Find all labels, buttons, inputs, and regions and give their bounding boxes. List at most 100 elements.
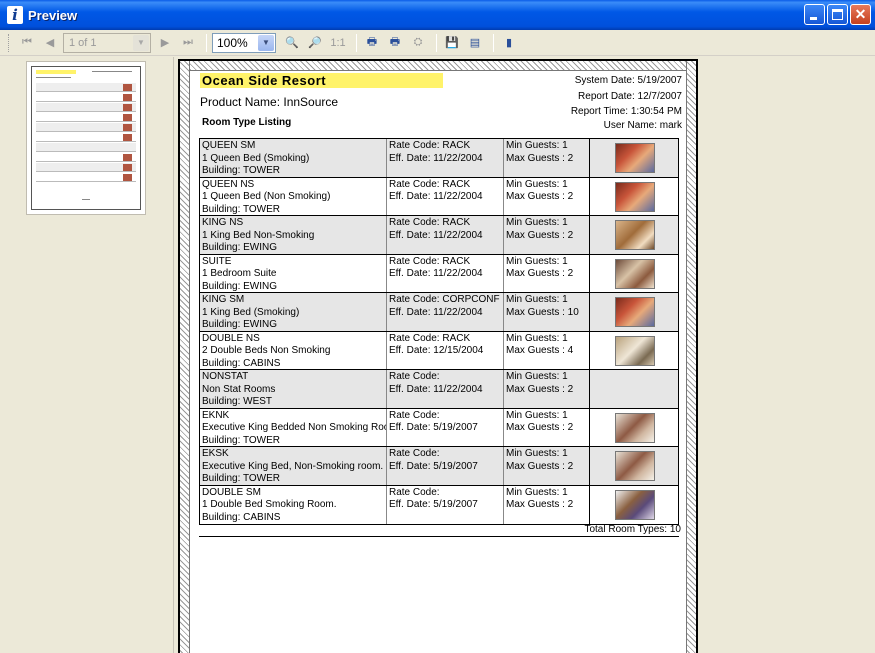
min-guests: Min Guests: 1	[506, 371, 568, 382]
thumbnail-page	[31, 66, 141, 210]
column-divider	[589, 447, 590, 485]
export-icon[interactable]: ⛭	[408, 33, 428, 53]
room-code: QUEEN SM	[202, 140, 256, 151]
page-margin-top	[180, 61, 696, 71]
room-photo	[615, 143, 655, 173]
page-selector[interactable]: 1 of 1 ▼	[63, 32, 151, 53]
report-time: Report Time: 1:30:54 PM	[570, 106, 682, 117]
system-date: System Date: 5/19/2007	[574, 75, 682, 86]
minimize-button[interactable]	[804, 4, 825, 25]
thumbnail-row	[36, 153, 136, 162]
first-page-icon[interactable]: ⏮	[17, 33, 37, 53]
thumbnail-row	[36, 103, 136, 112]
guest-info: Min Guests: 1 Max Guests : 2	[506, 256, 590, 281]
thumbnail-pane	[0, 57, 174, 653]
last-page-icon[interactable]: ⏭	[178, 33, 198, 53]
min-guests: Min Guests: 1	[506, 294, 568, 305]
min-guests: Min Guests: 1	[506, 255, 568, 267]
guest-info: Min Guests: 1 Max Guests : 10	[506, 294, 590, 319]
report-date: Report Date: 12/7/2007	[578, 90, 682, 102]
room-building: Building: EWING	[202, 280, 278, 292]
column-divider	[503, 485, 504, 524]
page-thumbnail[interactable]	[26, 61, 146, 215]
close-button[interactable]: ✕	[850, 4, 871, 25]
column-divider	[503, 447, 504, 485]
zoom-selector[interactable]: 100% ▼	[212, 32, 276, 53]
prev-page-icon[interactable]: ◀	[40, 33, 60, 53]
resort-name: Ocean Side Resort	[200, 73, 443, 88]
room-description: 1 Bedroom Suite	[202, 268, 277, 279]
rate-code: Rate Code:	[389, 409, 440, 421]
thumbnail-row	[36, 123, 136, 132]
guest-info: Min Guests: 1 Max Guests : 2	[506, 179, 590, 204]
rate-code: Rate Code: RACK	[389, 217, 471, 228]
room-photo	[615, 297, 655, 327]
table-row: EKNK Executive King Bedded Non Smoking Ro…	[200, 408, 678, 447]
rate-code: Rate Code: RACK	[389, 140, 471, 151]
report-meta: System Date: 5/19/2007 Report Date: 12/7…	[571, 73, 682, 131]
save-icon[interactable]: 💾	[442, 33, 462, 53]
rate-code: Rate Code:	[389, 486, 440, 498]
room-info: QUEEN SM 1 Queen Bed (Smoking) Building: T…	[202, 140, 386, 177]
thumbnail-row	[36, 133, 136, 142]
effective-date: Eff. Date: 11/22/2004	[389, 383, 483, 395]
column-divider	[589, 177, 590, 215]
column-divider	[589, 331, 590, 369]
room-code: SUITE	[202, 255, 232, 267]
column-divider	[386, 331, 387, 369]
min-guests: Min Guests: 1	[506, 178, 568, 190]
room-info: EKNK Executive King Bedded Non Smoking Ro…	[202, 410, 386, 447]
chevron-down-icon[interactable]: ▼	[258, 34, 274, 51]
next-page-icon[interactable]: ▶	[155, 33, 175, 53]
room-code: KING NS	[202, 217, 244, 228]
column-divider	[503, 216, 504, 254]
column-divider	[503, 177, 504, 215]
guest-info: Min Guests: 1 Max Guests : 2	[506, 140, 590, 165]
room-info: KING NS 1 King Bed Non-Smoking Building: E…	[202, 217, 386, 254]
effective-date: Eff. Date: 11/22/2004	[389, 306, 483, 318]
thumbnail-row	[36, 83, 136, 92]
column-divider	[589, 408, 590, 446]
room-building: Building: TOWER	[202, 473, 280, 484]
effective-date: Eff. Date: 5/19/2007	[389, 460, 478, 472]
rate-code: Rate Code: RACK	[389, 178, 471, 190]
rate-code: Rate Code:	[389, 448, 440, 459]
print-setup-icon[interactable]: 🖶	[385, 33, 405, 53]
toolbar-grip[interactable]	[8, 33, 11, 52]
column-divider	[589, 216, 590, 254]
column-divider	[503, 254, 504, 292]
thumbnail-row	[36, 93, 136, 102]
thumbnail-line	[82, 199, 90, 200]
room-description: 2 Double Beds Non Smoking	[202, 345, 331, 356]
thumbnail-photo	[123, 94, 132, 101]
effective-date: Eff. Date: 11/22/2004	[389, 268, 483, 279]
column-divider	[503, 370, 504, 408]
column-divider	[386, 370, 387, 408]
maximize-button[interactable]	[827, 4, 848, 25]
chevron-down-icon[interactable]: ▼	[133, 34, 149, 51]
report-page: Ocean Side Resort Product Name: InnSourc…	[178, 59, 698, 653]
email-icon[interactable]: ▤	[465, 33, 485, 53]
toolbar-separator	[206, 33, 207, 52]
room-info: SUITE 1 Bedroom Suite Building: EWING	[202, 255, 386, 293]
column-divider	[386, 447, 387, 485]
table-row: NONSTAT Non Stat Rooms Building: WEST Rate …	[200, 370, 678, 409]
preview-area[interactable]: Ocean Side Resort Product Name: InnSourc…	[175, 57, 875, 653]
print-icon[interactable]: 🖶	[362, 33, 382, 53]
zoom-out-icon[interactable]: 🔎	[305, 33, 325, 53]
max-guests: Max Guests : 2	[506, 383, 574, 395]
rate-info: Rate Code: RACK Eff. Date: 11/22/2004	[389, 179, 503, 204]
room-building: Building: WEST	[202, 396, 273, 407]
column-divider	[503, 331, 504, 369]
max-guests: Max Guests : 2	[506, 460, 574, 472]
close-preview-icon[interactable]: ▮	[499, 33, 519, 53]
room-description: Executive King Bed, Non-Smoking room. F	[202, 460, 386, 472]
effective-date: Eff. Date: 11/22/2004	[389, 191, 483, 202]
zoom-in-icon[interactable]: 🔍	[282, 33, 302, 53]
table-row: DOUBLE SM 1 Double Bed Smoking Room. Build…	[200, 485, 678, 524]
actual-size-icon[interactable]: 1:1	[328, 33, 348, 53]
room-description: Non Stat Rooms	[202, 383, 276, 395]
room-building: Building: TOWER	[202, 203, 280, 215]
effective-date: Eff. Date: 5/19/2007	[389, 499, 478, 510]
room-info: DOUBLE NS 2 Double Beds Non Smoking Buildi…	[202, 333, 386, 370]
